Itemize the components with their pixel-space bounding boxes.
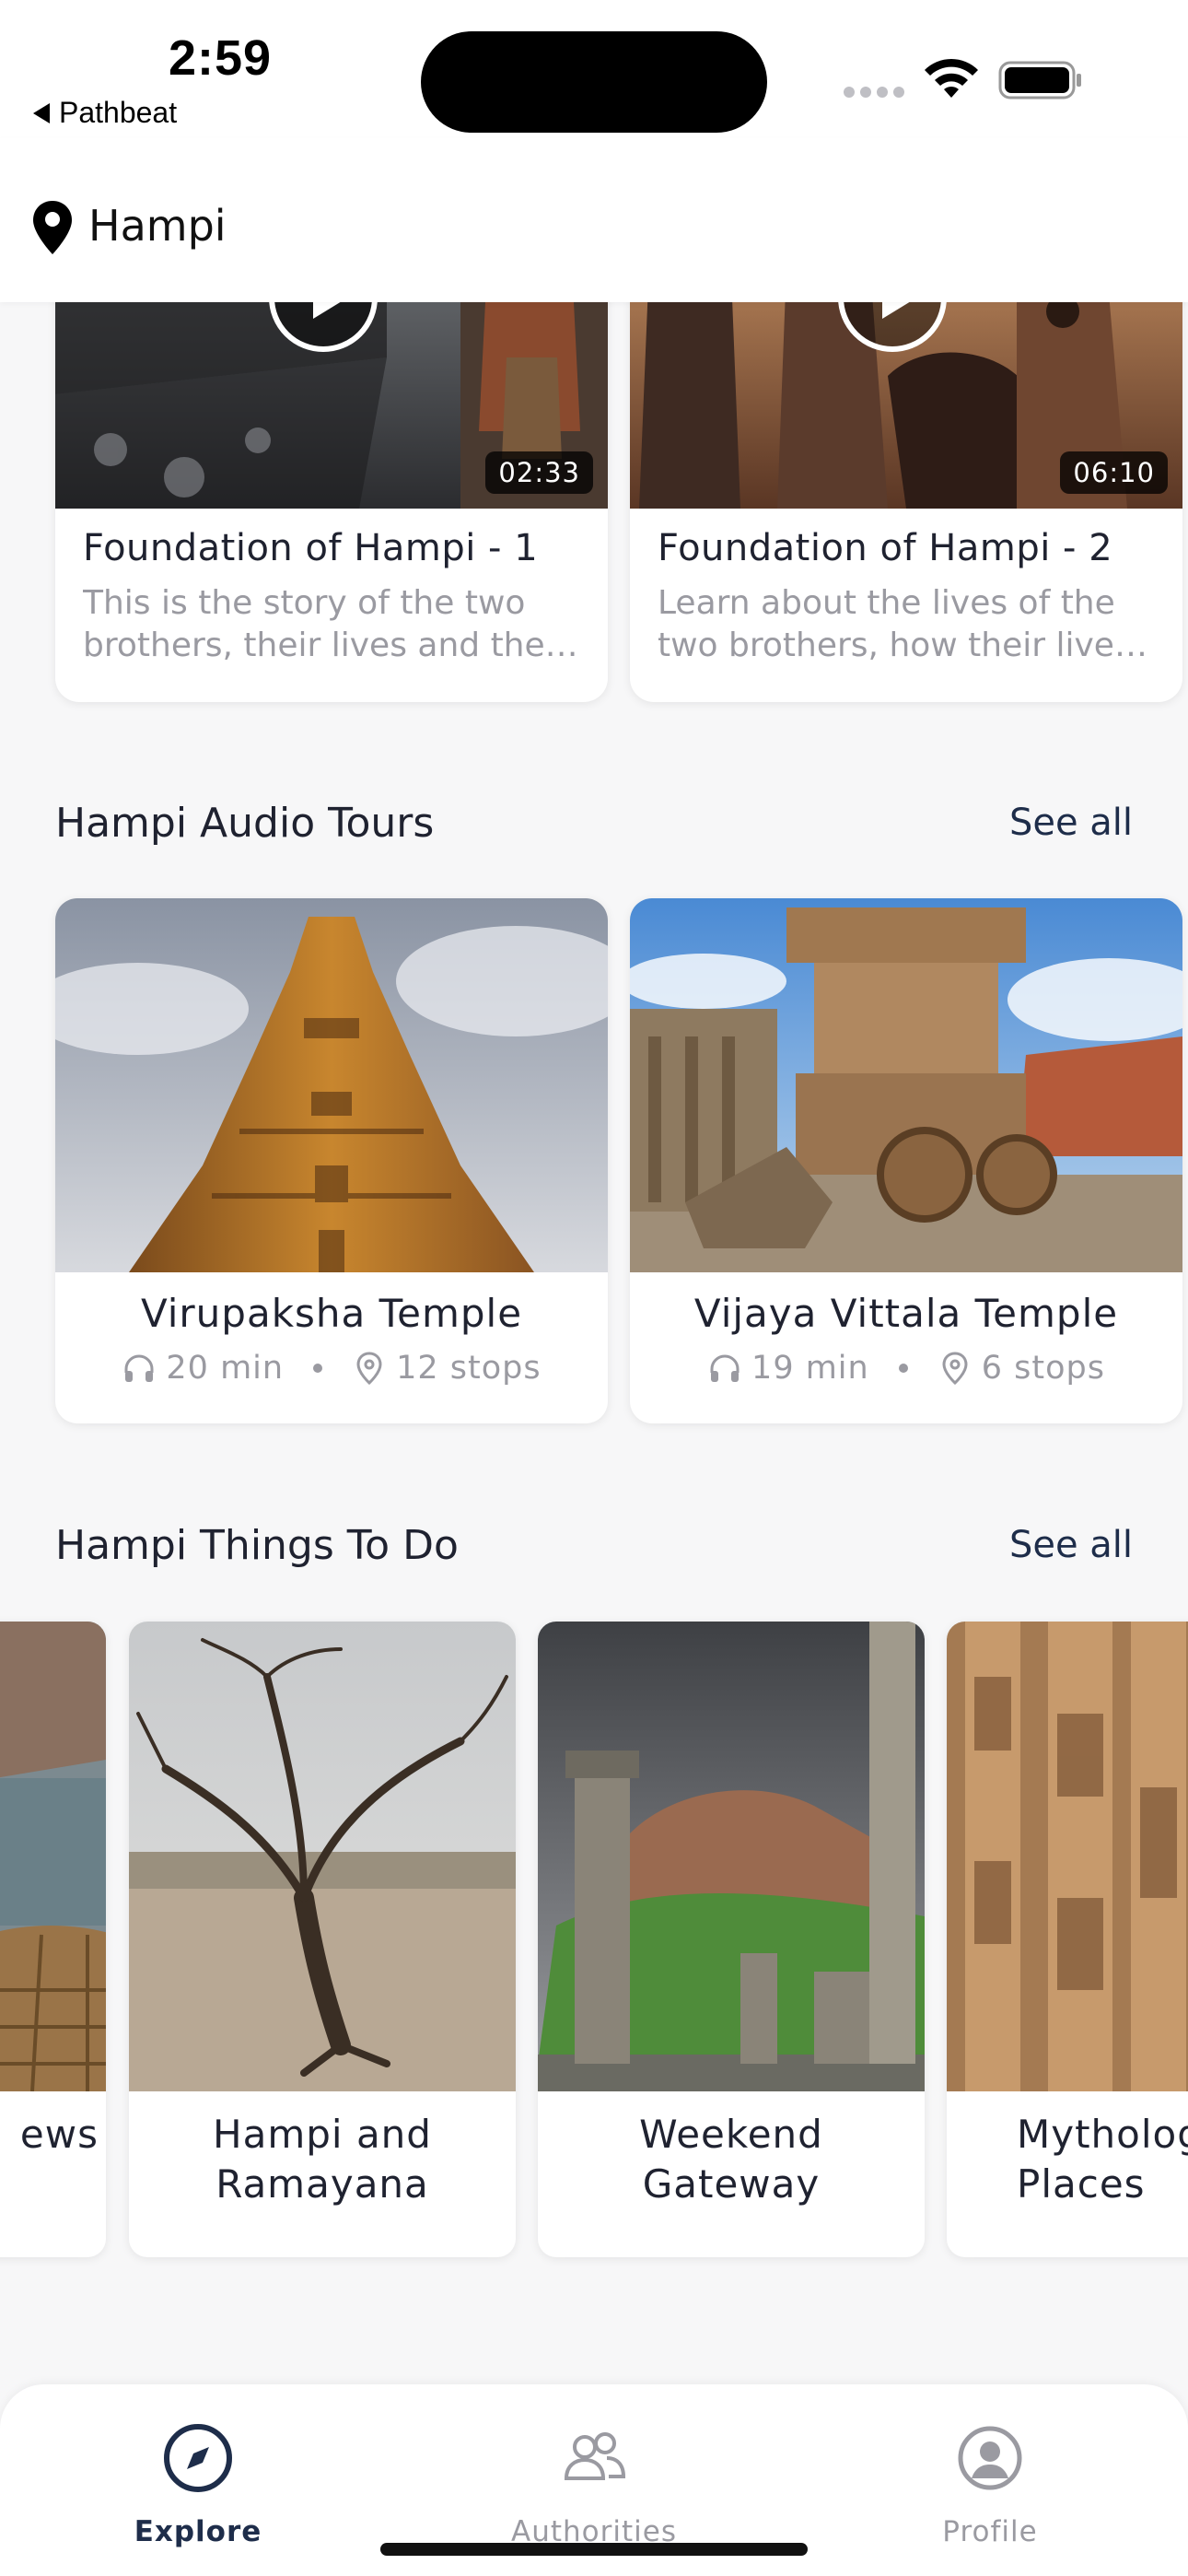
tour-stops: 12 stops [396,1350,542,1387]
tab-label: Profile [942,2515,1038,2548]
cellular-signal-icon [844,87,904,98]
tour-title: Vijaya Vittala Temple [693,1291,1119,1336]
todo-title: Weekend Gateway [639,2112,823,2207]
things-to-do-card[interactable]: Hampi and Ramayana [129,1622,516,2257]
todo-title: Mytholog Places [1017,2112,1188,2207]
tour-meta: 20 min 12 stops [55,1350,608,1387]
tour-image [55,898,608,1272]
audio-tour-card[interactable]: Vijaya Vittala Temple 19 min 6 stops [630,898,1182,1423]
audio-tour-card[interactable]: Virupaksha Temple 20 min 12 stops [55,898,608,1423]
dynamic-island [421,31,767,133]
todo-image [947,1622,1188,2091]
back-arrow-icon [33,102,50,123]
video-duration: 02:33 [485,451,593,494]
back-app-label: Pathbeat [59,96,178,129]
ruins-hill-image [538,1622,925,2091]
separator-dot [313,1364,323,1373]
tab-profile[interactable]: Profile [792,2384,1188,2576]
users-icon [564,2432,626,2480]
video-duration: 06:10 [1060,451,1168,494]
todo-image [0,1622,106,2091]
things-to-do-card[interactable]: ews [0,1622,106,2257]
video-card[interactable]: 06:10 Foundation of Hampi - 2 Learn abou… [630,247,1182,702]
map-pin-icon [942,1352,968,1386]
tour-duration: 19 min [751,1350,869,1387]
video-description: Learn about the lives of the two brother… [658,584,1147,664]
video-card[interactable]: 02:33 Foundation of Hampi - 1 This is th… [55,247,608,702]
compass-icon [164,2424,232,2492]
location-name: Hampi [88,201,227,251]
vijaya-vittala-temple-image [630,898,1182,1272]
video-title: Foundation of Hampi - 2 [658,527,1113,569]
virupaksha-temple-image [55,898,608,1272]
location-pin-icon [33,201,72,254]
tour-meta: 19 min 6 stops [630,1350,1182,1387]
todo-image [129,1622,516,2091]
tab-label: Explore [134,2515,262,2548]
battery-icon [998,61,1081,100]
status-bar: 2:59 Pathbeat [0,0,1188,138]
tour-duration: 20 min [166,1350,285,1387]
things-to-do-card[interactable]: Mytholog Places [947,1622,1188,2257]
user-circle-icon [958,2426,1022,2490]
tour-title: Virupaksha Temple [140,1291,523,1336]
todo-title: Hampi and Ramayana [213,2112,432,2207]
back-to-app-link[interactable]: Pathbeat [33,96,177,130]
tab-explore[interactable]: Explore [0,2384,396,2576]
tour-image [630,898,1182,1272]
tour-stops: 6 stops [981,1350,1105,1387]
map-pin-icon [356,1352,382,1386]
audio-tours-see-all-link[interactable]: See all [1009,802,1133,844]
status-time: 2:59 [169,30,273,86]
coracle-river-image [0,1622,106,2091]
separator-dot [898,1364,908,1373]
wifi-icon [925,58,978,98]
explore-screen: 2:59 Pathbeat Hampi 02:33 Foundation of … [0,0,1188,2576]
things-to-do-heading: Hampi Things To Do [55,1522,459,1569]
location-header[interactable]: Hampi [0,138,1188,302]
audio-tours-heading: Hampi Audio Tours [55,800,435,847]
things-to-do-see-all-link[interactable]: See all [1009,1524,1133,1566]
home-indicator[interactable] [380,2543,808,2556]
todo-title: ews [19,2112,99,2157]
video-description: This is the story of the two brothers, t… [83,584,578,664]
video-title: Foundation of Hampi - 1 [83,527,539,569]
mythology-carvings-image [947,1622,1188,2091]
todo-image [538,1622,925,2091]
headphones-icon [710,1354,740,1382]
things-to-do-card[interactable]: Weekend Gateway [538,1622,925,2257]
headphones-icon [124,1354,154,1382]
tree-courtyard-image [129,1622,516,2091]
